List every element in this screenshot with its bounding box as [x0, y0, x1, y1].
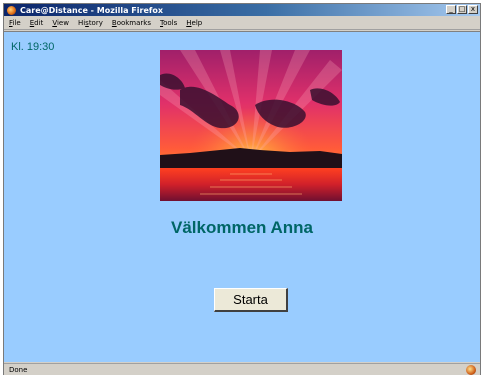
clock-label: Kl. 19:30: [11, 41, 55, 53]
sunset-photo: [160, 50, 342, 201]
window-controls: _ □ x: [446, 5, 478, 14]
menu-view[interactable]: View: [52, 19, 69, 27]
window-title: Care@Distance - Mozilla Firefox: [20, 5, 163, 15]
welcome-heading: Välkommen Anna: [170, 218, 314, 237]
menu-help[interactable]: Help: [186, 19, 202, 27]
page-content: Kl. 19:30 Välkommen Anna Starta: [4, 31, 480, 362]
menu-edit[interactable]: Edit: [30, 19, 44, 27]
menu-bar: File Edit View History Bookmarks Tools H…: [4, 17, 480, 30]
maximize-button[interactable]: □: [457, 5, 467, 14]
menu-bookmarks[interactable]: Bookmarks: [112, 19, 151, 27]
minimize-button[interactable]: _: [446, 5, 456, 14]
menu-tools[interactable]: Tools: [160, 19, 177, 27]
menu-file[interactable]: File: [9, 19, 21, 27]
firefox-status-icon[interactable]: [466, 365, 476, 375]
menu-history[interactable]: History: [78, 19, 103, 27]
status-bar: Done: [4, 363, 480, 375]
status-text: Done: [9, 365, 28, 374]
firefox-icon: [7, 5, 16, 15]
close-button[interactable]: x: [468, 5, 478, 14]
start-button[interactable]: Starta: [214, 288, 288, 312]
browser-window: Care@Distance - Mozilla Firefox _ □ x Fi…: [3, 3, 481, 375]
title-bar: Care@Distance - Mozilla Firefox _ □ x: [4, 4, 480, 16]
